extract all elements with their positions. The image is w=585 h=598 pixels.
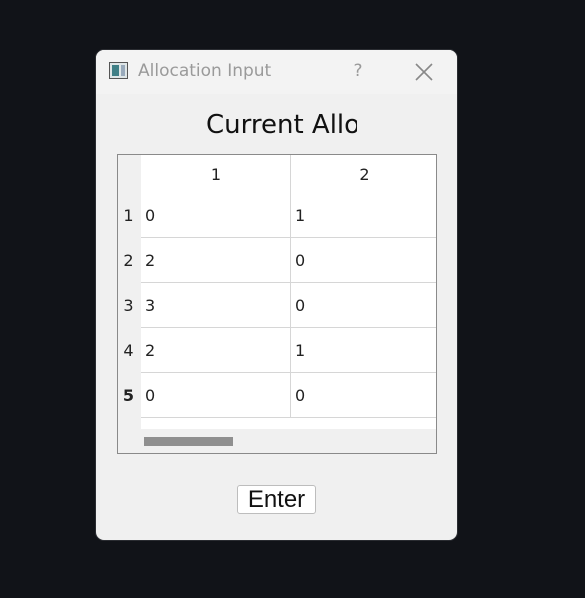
close-icon [415,63,433,81]
window-title: Allocation Input [138,61,272,81]
row-divider [141,237,436,238]
column-divider [290,155,291,417]
scrollbar-thumb[interactable] [144,437,233,446]
table-cell[interactable]: 2 [141,328,291,373]
table-cell[interactable]: 0 [141,193,291,238]
row-divider [141,282,436,283]
table-cell[interactable]: 0 [141,373,291,418]
table-cell[interactable]: 0 [291,283,436,328]
table-cell[interactable]: 0 [291,373,436,418]
row-divider [141,327,436,328]
row-divider [141,372,436,373]
table-cell[interactable]: 2 [141,238,291,283]
table-cell[interactable]: 0 [291,238,436,283]
row-divider [141,417,436,418]
app-window-icon [109,62,128,79]
row-header-current[interactable]: 5 [118,373,139,418]
row-header[interactable]: 1 [118,193,139,238]
table-cell[interactable]: 1 [291,328,436,373]
row-header[interactable]: 2 [118,238,139,283]
column-header[interactable]: 1 [141,155,291,195]
allocation-table[interactable]: 1 2 1 2 3 4 5 0 1 2 0 3 0 2 1 0 0 [117,154,437,454]
help-button[interactable]: ? [348,60,368,82]
page-title: Current Alloc [206,110,357,140]
row-header[interactable]: 4 [118,328,139,373]
allocation-dialog: Allocation Input ? Current Alloc 1 2 1 2… [95,49,458,541]
table-cell[interactable]: 1 [291,193,436,238]
horizontal-scrollbar[interactable] [118,429,436,453]
table-cell[interactable]: 3 [141,283,291,328]
enter-button[interactable]: Enter [237,485,316,514]
close-button[interactable] [414,62,434,82]
title-bar: Allocation Input ? [96,50,457,94]
column-header[interactable]: 2 [291,155,436,195]
row-header[interactable]: 3 [118,283,139,328]
